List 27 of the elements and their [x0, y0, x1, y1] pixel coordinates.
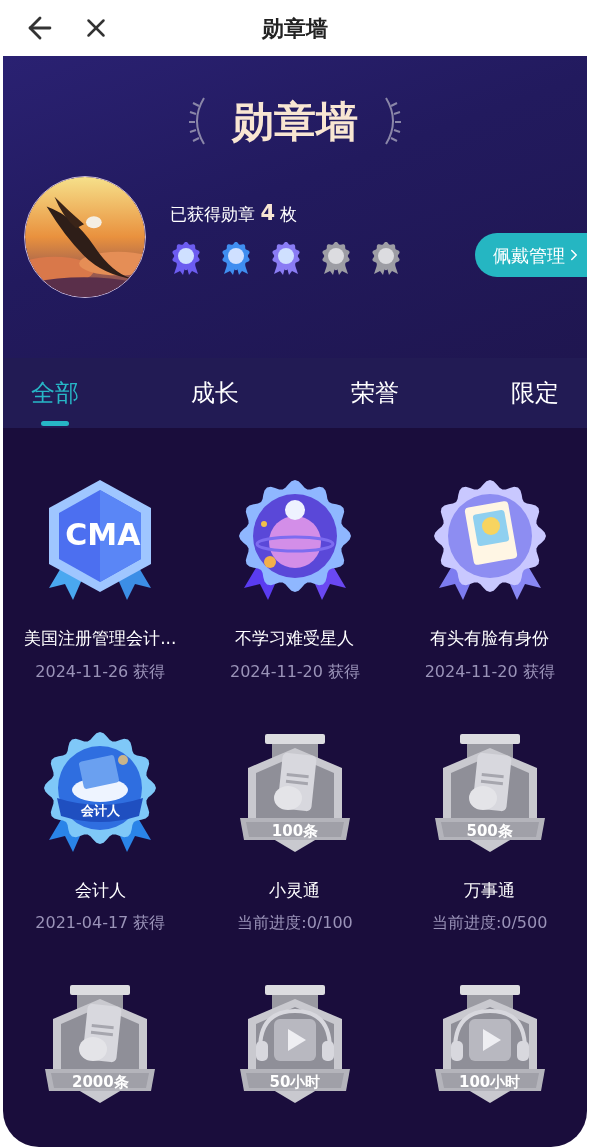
badge-status: 当前进度:0/500 — [431, 912, 548, 934]
laurel-icon — [382, 96, 402, 146]
badge-name: 会计人 — [74, 878, 126, 902]
tab[interactable]: 荣誉 — [351, 358, 399, 428]
badge-ribbon-label: 500条 — [465, 823, 514, 839]
badge-name: 美国注册管理会计... — [24, 627, 177, 650]
tab[interactable]: 成长 — [191, 358, 239, 428]
badge-status: 2024-11-20 获得 — [424, 660, 555, 683]
badge-name: 万事通 — [464, 878, 516, 902]
header-title: 勋章墙 — [232, 95, 358, 148]
badge-ribbon-label: 50小时 — [268, 1075, 322, 1090]
badge-name: 小灵通 — [269, 878, 321, 902]
badge-ribbon-label: 会计人 — [79, 803, 121, 817]
badge-name: 不学习难受星人 — [235, 627, 355, 650]
badge-status: 2021-04-17 获得 — [35, 912, 166, 934]
page-title: 勋章墙 — [262, 14, 328, 43]
tab[interactable]: 全部 — [31, 358, 79, 428]
badge-status: 2024-11-20 获得 — [229, 660, 361, 683]
laurel-icon — [188, 96, 208, 146]
badge-ribbon-label: 2000条 — [70, 1075, 130, 1090]
badge-ribbon-label: 100小时 — [458, 1075, 522, 1090]
badge-name: 有头有脸有身份 — [430, 627, 550, 650]
badge-status: 2024-11-26 获得 — [35, 660, 166, 683]
badge-ribbon-label: 100条 — [270, 823, 320, 839]
earned-count-text: 已获得勋章 4 枚 — [170, 200, 299, 228]
badge-status: 当前进度:0/100 — [237, 912, 353, 934]
tab[interactable]: 限定 — [511, 358, 559, 428]
